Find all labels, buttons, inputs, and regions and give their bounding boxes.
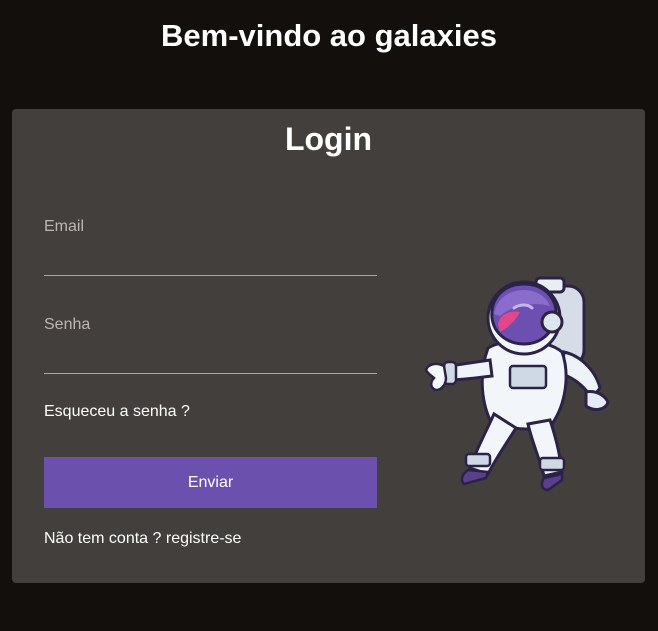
login-card: Login Email Senha Esqueceu a senha ? Env… (12, 109, 645, 583)
password-label: Senha (44, 316, 91, 333)
astronaut-icon (424, 276, 610, 492)
welcome-heading: Bem-vindo ao galaxies (161, 18, 497, 53)
email-field-group: Email (44, 217, 377, 276)
submit-button[interactable]: Enviar (44, 457, 377, 508)
email-label: Email (44, 218, 85, 235)
signup-prefix: Não tem conta ? (44, 530, 162, 547)
page: Bem-vindo ao galaxies Login Email Senha … (0, 0, 658, 631)
signup-link[interactable]: registre-se (166, 530, 242, 547)
forgot-password-link[interactable]: Esqueceu a senha ? (44, 402, 190, 422)
email-input[interactable] (44, 245, 377, 276)
password-field-group: Senha (44, 315, 377, 374)
login-title: Login (284, 121, 373, 157)
password-input[interactable] (44, 343, 377, 374)
signup-prompt: Não tem conta ? registre-se (44, 529, 241, 549)
